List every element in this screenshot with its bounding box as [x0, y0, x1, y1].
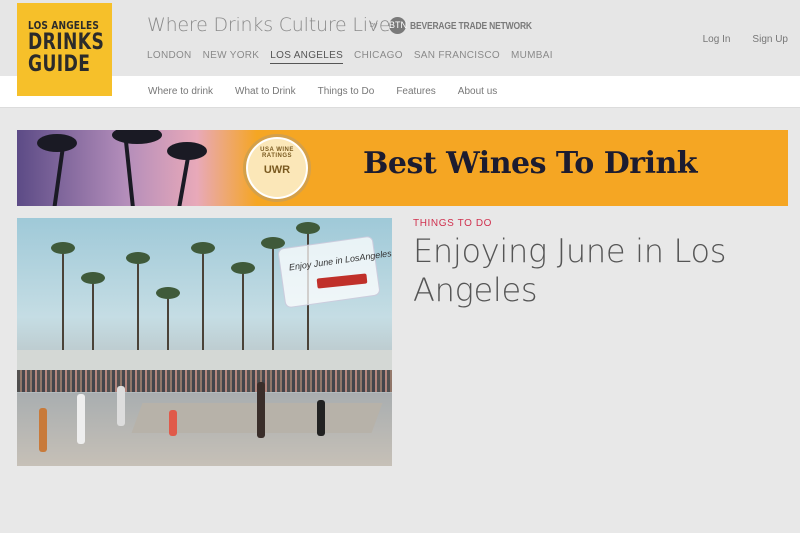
uwr-seal: USA WINE RATINGS UWR [243, 134, 311, 202]
article-image[interactable]: Enjoy June in LosAngeles [17, 218, 392, 466]
city-san-francisco[interactable]: SAN FRANCISCO [414, 50, 500, 64]
site-logo[interactable]: LOS ANGELES DRINKS GUIDE [17, 3, 112, 96]
logo-line-2: DRINKS [28, 30, 105, 55]
article-title[interactable]: Enjoying June in Los Angeles [413, 232, 783, 310]
nav-where-to-drink[interactable]: Where to drink [148, 86, 213, 97]
city-los-angeles[interactable]: LOS ANGELES [270, 50, 344, 64]
site-tagline: Where Drinks Culture Lives [147, 14, 401, 36]
city-mumbai[interactable]: MUMBAI [511, 50, 553, 64]
site-header: Where Drinks Culture Lives by BTN BEVERA… [0, 0, 800, 76]
image-sign-text: Enjoy June in LosAngeles [288, 248, 392, 273]
nav-things-to-do[interactable]: Things to Do [318, 86, 375, 97]
signup-link[interactable]: Sign Up [752, 34, 788, 45]
city-nav: LONDON NEW YORK LOS ANGELES CHICAGO SAN … [147, 50, 564, 64]
seal-center-text: UWR [263, 164, 291, 176]
city-london[interactable]: LONDON [147, 50, 192, 64]
nav-features[interactable]: Features [396, 86, 435, 97]
login-link[interactable]: Log In [703, 34, 731, 45]
wine-ratings-banner[interactable]: USA WINE RATINGS UWR Best Wines To Drink [17, 130, 788, 206]
city-chicago[interactable]: CHICAGO [354, 50, 403, 64]
image-sign: Enjoy June in LosAngeles [277, 235, 392, 309]
city-new-york[interactable]: NEW YORK [203, 50, 260, 64]
section-nav: Where to drink What to Drink Things to D… [0, 76, 800, 108]
beverage-trade-network-link[interactable]: BEVERAGE TRADE NETWORK [410, 21, 532, 32]
logo-line-3: GUIDE [28, 52, 91, 77]
by-label: by [370, 22, 378, 29]
banner-headline: Best Wines To Drink [363, 146, 698, 181]
article-category[interactable]: THINGS TO DO [413, 218, 492, 229]
banner-palm-photo [17, 130, 257, 206]
nav-what-to-drink[interactable]: What to Drink [235, 86, 296, 97]
nav-about-us[interactable]: About us [458, 86, 497, 97]
beverage-trade-network-icon[interactable]: BTN [389, 17, 407, 34]
seal-ring-text: USA WINE RATINGS [260, 147, 294, 159]
auth-links: Log In Sign Up [703, 34, 788, 45]
